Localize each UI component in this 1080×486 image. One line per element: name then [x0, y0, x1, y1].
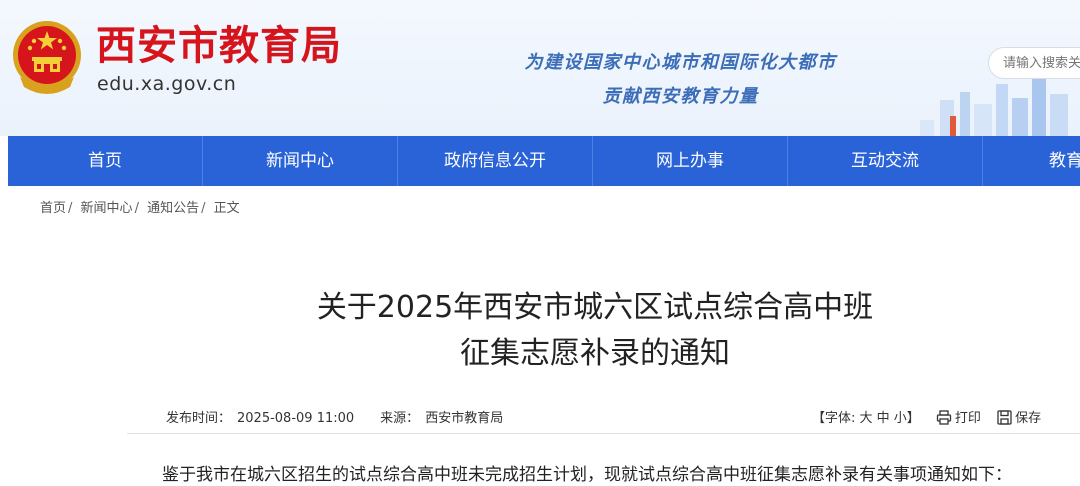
- search-input[interactable]: [988, 47, 1080, 79]
- main-nav: 首页 新闻中心 政府信息公开 网上办事 互动交流 教育: [8, 136, 1080, 186]
- nav-item-interaction[interactable]: 互动交流: [788, 136, 983, 186]
- nav-item-education[interactable]: 教育: [983, 136, 1080, 186]
- site-url: edu.xa.gov.cn: [97, 73, 237, 95]
- source: 西安市教育局: [425, 411, 504, 426]
- site-title[interactable]: 西安市教育局: [96, 22, 342, 70]
- article-title-line-1: 关于2025年西安市城六区试点综合高中班: [316, 290, 874, 325]
- nav-item-online-service[interactable]: 网上办事: [593, 136, 788, 186]
- nav-item-gov-info[interactable]: 政府信息公开: [398, 136, 593, 186]
- national-emblem-icon: [13, 21, 81, 94]
- save-icon[interactable]: [997, 410, 1012, 425]
- nav-item-news[interactable]: 新闻中心: [203, 136, 398, 186]
- print-button[interactable]: 打印: [955, 411, 981, 426]
- breadcrumb-current: 正文: [213, 201, 240, 216]
- city-skyline-decoration: [920, 78, 1068, 136]
- save-button[interactable]: 保存: [1015, 411, 1041, 426]
- article-paragraph: 鉴于我市在城六区招生的试点综合高中班未完成招生计划，现就试点综合高中班征集志愿补…: [162, 465, 1012, 485]
- breadcrumb-notices[interactable]: 通知公告: [147, 201, 199, 216]
- breadcrumb-separator: /: [201, 201, 206, 216]
- breadcrumb-home[interactable]: 首页: [40, 201, 66, 216]
- meta-divider: [127, 433, 1080, 434]
- source-label: 来源：: [380, 411, 420, 426]
- publish-time-label: 发布时间：: [166, 411, 232, 426]
- nav-item-home[interactable]: 首页: [8, 136, 203, 186]
- publish-time: 2025-08-09 11:00: [237, 411, 355, 426]
- article-tools: 【字体: 大 中 小】 打印 保存: [812, 407, 1041, 426]
- article-meta: 发布时间： 2025-08-09 11:00 来源： 西安市教育局: [166, 407, 509, 426]
- print-icon[interactable]: [936, 410, 952, 425]
- breadcrumb-news[interactable]: 新闻中心: [81, 201, 133, 216]
- breadcrumb-separator: /: [68, 201, 73, 216]
- slogan-line-2: 贡献西安教育力量: [602, 86, 759, 107]
- breadcrumb: 首页 / 新闻中心 / 通知公告 / 正文: [40, 197, 240, 216]
- breadcrumb-separator: /: [134, 201, 139, 216]
- slogan-line-1: 为建设国家中心城市和国际化大都市: [524, 52, 837, 73]
- font-size-control[interactable]: 【字体: 大 中 小】: [812, 411, 920, 426]
- article-title-line-2: 征集志愿补录的通知: [460, 336, 730, 371]
- site-header: 西安市教育局 edu.xa.gov.cn 为建设国家中心城市和国际化大都市 贡献…: [0, 0, 1080, 136]
